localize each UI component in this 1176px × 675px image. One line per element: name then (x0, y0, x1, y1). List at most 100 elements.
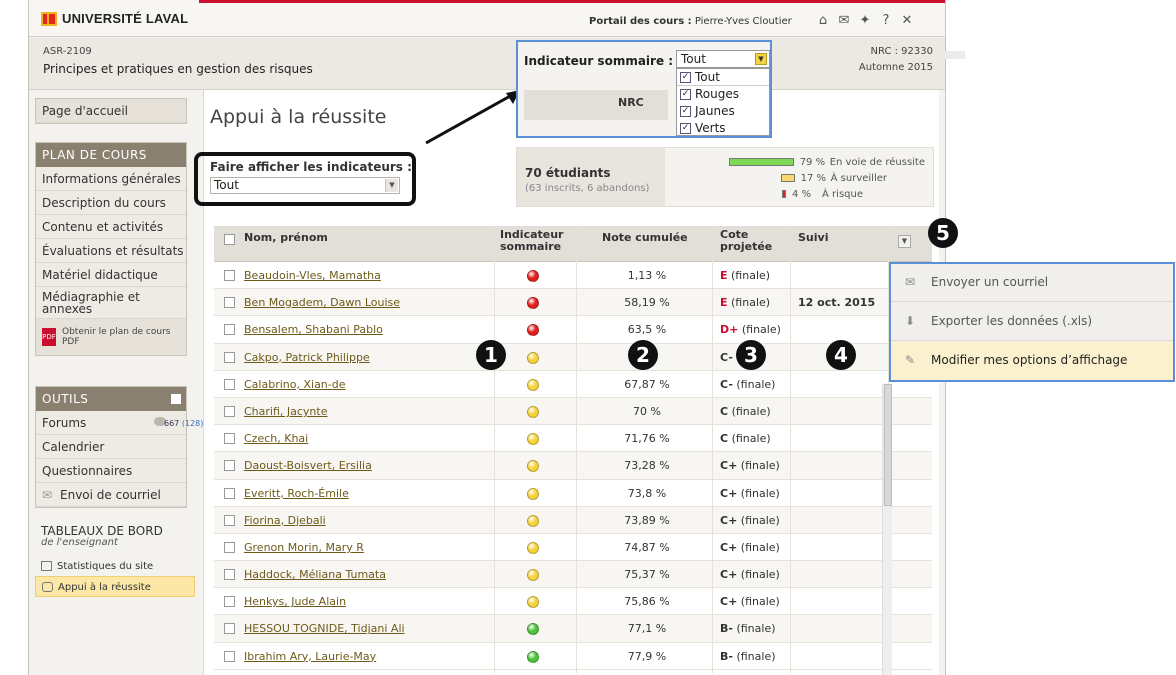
table-row[interactable]: Grenon Morin, Mary R 74,87 % C+ (finale) (214, 534, 932, 562)
projected-grade: C+ (finale) (720, 459, 780, 472)
table-row[interactable]: Czech, Khai 71,76 % C (finale) (214, 425, 932, 453)
sidebar-item-statistiques[interactable]: Statistiques du site (35, 556, 195, 577)
table-row[interactable]: Henkys, Jude Alain 75,86 % C+ (finale) (214, 588, 932, 616)
row-checkbox[interactable] (224, 297, 235, 309)
table-row[interactable]: Calabrino, Xian-de 67,87 % C- (finale) (214, 371, 932, 398)
table-scrollbar[interactable] (882, 384, 892, 675)
status-indicator-yellow (527, 351, 539, 364)
student-name-link[interactable]: Henkys, Jude Alain (244, 595, 346, 608)
row-checkbox[interactable] (224, 596, 235, 608)
table-row[interactable]: Haddock, Méliana Tumata 75,37 % C+ (finale… (214, 561, 932, 589)
sidebar-item-contenu[interactable]: Contenu et activités (36, 215, 186, 239)
checkbox-checked[interactable]: ✓ (680, 106, 691, 117)
table-row[interactable]: Cakpo, Patrick Philippe C- (214, 343, 932, 371)
sidebar-tools-box: OUTILS Forums 667 (128) Calendrier Quest… (35, 386, 203, 508)
checkbox-checked[interactable]: ✓ (680, 89, 691, 100)
table-row[interactable]: Charifi, Jacynte 70 % C (finale) (214, 397, 932, 426)
sidebar-item-calendrier[interactable]: Calendrier (36, 435, 186, 459)
table-row[interactable]: Ben Mogadem, Dawn Louise 58,19 % E (finale… (214, 289, 932, 317)
projected-suffix: (finale) (740, 568, 780, 582)
student-name-link[interactable]: Haddock, Méliana Tumata (244, 568, 386, 581)
student-name-link[interactable]: Calabrino, Xian-de (244, 378, 346, 391)
mail-icon[interactable]: ✉ (836, 13, 852, 29)
student-name-link[interactable]: Beaudoin-Vles, Mamatha (244, 269, 381, 282)
row-checkbox[interactable] (224, 487, 235, 499)
row-checkbox[interactable] (224, 623, 235, 635)
select-all-checkbox[interactable] (224, 234, 235, 245)
option-rouges[interactable]: ✓ Rouges (677, 86, 769, 103)
table-row[interactable]: Fiorina, Djebali 73,89 % C+ (finale) (214, 506, 932, 534)
table-row[interactable]: HESSOU TOGNIDE, Tidjani Ali 77,1 % B- (fin… (214, 615, 932, 643)
student-name-link[interactable]: Czech, Khai (244, 432, 308, 445)
help-icon[interactable]: ? (878, 13, 894, 29)
column-name[interactable]: Nom, prénom (244, 232, 328, 244)
student-name-link[interactable]: Bensalem, Shabani Pablo (244, 323, 383, 336)
column-note[interactable]: Note cumulée (602, 232, 688, 244)
student-name-link[interactable]: Daoust-Boisvert, Ersilia (244, 459, 372, 472)
table-menu-button[interactable]: ▼ (898, 235, 911, 248)
menu-item-email[interactable]: ✉ Envoyer un courriel (891, 264, 1173, 302)
row-checkbox[interactable] (224, 541, 235, 553)
row-checkbox[interactable] (224, 324, 235, 336)
sidebar-item-appui[interactable]: Appui à la réussite (35, 576, 195, 597)
home-icon[interactable]: ⌂ (815, 13, 831, 29)
student-name-link[interactable]: Everitt, Roch-Émile (244, 487, 349, 500)
row-checkbox[interactable] (224, 405, 235, 417)
row-checkbox[interactable] (224, 460, 235, 472)
table-row[interactable]: Beaudoin-Vles, Mamatha 1,13 % E (finale) (214, 262, 932, 290)
student-name-link[interactable]: Fiorina, Djebali (244, 514, 326, 527)
projected-letter: C+ (720, 513, 738, 527)
collapse-icon[interactable] (171, 394, 181, 404)
sidebar-item-mediagraphie[interactable]: Médiagraphie et annexes (36, 287, 186, 319)
student-name-link[interactable]: Ibrahim Ary, Laurie-May (244, 650, 376, 663)
projected-suffix: (finale) (731, 296, 771, 310)
sidebar-item-description[interactable]: Description du cours (36, 191, 186, 215)
table-row[interactable]: Daoust-Boisvert, Ersilia 73,28 % C+ (final… (214, 452, 932, 480)
menu-item-options[interactable]: ✎ Modifier mes options d’affichage (891, 342, 1173, 380)
table-row[interactable]: Bensalem, Shabani Pablo 63,5 % D+ (finale) (214, 316, 932, 344)
sidebar-item-forums[interactable]: Forums 667 (128) (36, 411, 203, 435)
close-icon[interactable]: ✕ (899, 13, 915, 29)
column-cote[interactable]: Cote projetée (720, 229, 772, 253)
row-checkbox[interactable] (224, 351, 235, 363)
menu-item-export[interactable]: ⬇ Exporter les données (.xls) (891, 303, 1173, 341)
chevron-down-icon[interactable]: ▼ (755, 53, 767, 65)
scrollbar-thumb[interactable] (884, 384, 892, 506)
cumulative-grade: 74,87 % (624, 540, 670, 554)
student-name-link[interactable]: Cakpo, Patrick Philippe (244, 351, 370, 364)
student-name-link[interactable]: Grenon Morin, Mary R (244, 541, 364, 554)
lightbulb-icon[interactable]: ✦ (857, 13, 873, 29)
row-checkbox[interactable] (224, 650, 235, 662)
sidebar-item-materiel[interactable]: Matériel didactique (36, 263, 186, 287)
sidebar-item-pdf[interactable]: PDF Obtenir le plan de cours PDF (36, 319, 186, 355)
projected-grade: D+ (finale) (720, 323, 781, 336)
option-jaunes[interactable]: ✓ Jaunes (677, 103, 769, 120)
option-verts[interactable]: ✓ Verts (677, 120, 769, 137)
sidebar-item-home[interactable]: Page d'accueil (36, 99, 186, 123)
university-logo[interactable]: UNIVERSITÉ LAVAL (41, 11, 188, 26)
row-checkbox[interactable] (224, 433, 235, 445)
projected-letter: D+ (720, 323, 739, 337)
stat-row-success: 79 % En voie de réussite (728, 155, 925, 169)
badge-2: 2 (628, 340, 658, 370)
option-tout[interactable]: ✓ Tout (677, 69, 769, 86)
row-checkbox[interactable] (224, 514, 235, 526)
student-name-link[interactable]: Ben Mogadem, Dawn Louise (244, 296, 400, 309)
checkbox-checked[interactable]: ✓ (680, 72, 691, 83)
table-row[interactable]: Ibrahim Ary, Laurie-May 77,9 % B- (finale) (214, 643, 932, 670)
sidebar-item-questionnaires[interactable]: Questionnaires (36, 459, 186, 483)
row-checkbox[interactable] (224, 270, 235, 281)
student-name-link[interactable]: Charifi, Jacynte (244, 405, 328, 418)
course-header: ASR-2109 Principes et pratiques en gesti… (29, 38, 945, 90)
column-suivi[interactable]: Suivi (798, 232, 828, 244)
sidebar-item-informations[interactable]: Informations générales (36, 167, 186, 191)
table-row[interactable]: Everitt, Roch-Émile 73,8 % C+ (finale) (214, 480, 932, 507)
sidebar-item-courriel[interactable]: ✉ Envoi de courriel (36, 483, 186, 507)
sidebar-item-evaluations[interactable]: Évaluations et résultats (36, 239, 186, 263)
indicator-filter-select[interactable]: Tout ▼ (676, 50, 770, 68)
column-indicator[interactable]: Indicateur sommaire (500, 229, 564, 253)
row-checkbox[interactable] (224, 378, 235, 390)
checkbox-checked[interactable]: ✓ (680, 123, 691, 134)
row-checkbox[interactable] (224, 569, 235, 581)
student-name-link[interactable]: HESSOU TOGNIDE, Tidjani Ali (244, 622, 405, 635)
